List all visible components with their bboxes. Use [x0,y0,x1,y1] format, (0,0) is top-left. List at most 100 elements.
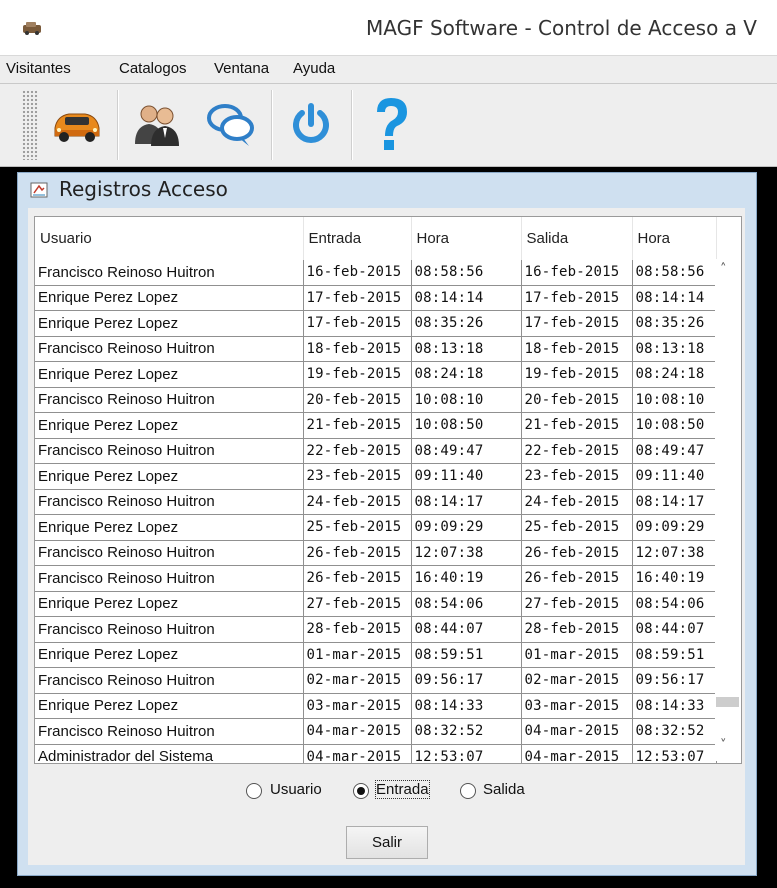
table-cell: 16-feb-2015 [521,260,633,286]
table-cell: Enrique Perez Lopez [35,285,304,311]
table-cell: 02-mar-2015 [521,667,633,694]
table-cell: 16:40:19 [411,565,522,592]
radio-label-salida: Salida [483,781,525,798]
table-row[interactable]: Enrique Perez Lopez 25-feb-2015 09:09:29 25… [35,514,717,541]
table-row[interactable]: Enrique Perez Lopez 19-feb-2015 08:24:18 19… [35,361,717,388]
table-cell: 21-feb-2015 [521,412,633,439]
radio-circle[interactable] [460,783,476,799]
table-cell: 26-feb-2015 [521,565,633,592]
table-cell: 26-feb-2015 [303,540,412,566]
messages-button[interactable] [198,88,264,160]
car-icon [54,113,100,142]
table-cell: 21-feb-2015 [303,412,412,439]
table-cell: 20-feb-2015 [303,387,412,413]
table-cell: Enrique Perez Lopez [35,693,304,719]
table-cell: 08:49:47 [411,438,522,464]
table-cell: 26-feb-2015 [521,540,633,566]
table-row[interactable]: Enrique Perez Lopez 17-feb-2015 08:35:26 17… [35,310,717,337]
radio-label-entrada: Entrada [375,780,430,799]
table-row[interactable]: Enrique Perez Lopez 03-mar-2015 08:14:33 03… [35,693,717,719]
table-cell: Enrique Perez Lopez [35,361,304,388]
column-header-hora-entrada[interactable]: Hora [411,217,522,260]
menu-ventana[interactable]: Ventana [214,60,269,77]
table-cell: 28-feb-2015 [521,616,633,643]
table-cell: 02-mar-2015 [303,667,412,694]
power-icon [293,103,329,143]
vertical-scrollbar[interactable] [715,259,739,761]
menu-ayuda[interactable]: Ayuda [293,60,335,77]
menu-visitantes[interactable]: Visitantes [6,60,71,77]
scrollbar-thumb[interactable] [716,697,739,707]
table-row[interactable]: Enrique Perez Lopez 21-feb-2015 10:08:50 21… [35,412,717,439]
table-row[interactable]: Francisco Reinoso Huitron 02-mar-2015 09:5… [35,667,717,694]
table-header-row: Usuario Entrada Hora Salida Hora [35,217,717,260]
table-cell: 27-feb-2015 [521,591,633,617]
toolbar-grip[interactable] [22,90,38,160]
exit-button[interactable] [278,88,344,160]
table-cell: Francisco Reinoso Huitron [35,387,304,413]
table-cell: 23-feb-2015 [303,463,412,490]
frame-title-bar[interactable]: Registros Acceso [17,172,755,208]
chat-bubbles-icon [207,104,254,146]
toolbar-separator [351,90,353,160]
toolbar-separator [271,90,273,160]
radio-circle[interactable] [246,783,262,799]
records-table[interactable]: Usuario Entrada Hora Salida Hora Francis… [34,216,742,764]
table-cell: 08:54:06 [411,591,522,617]
table-row[interactable]: Francisco Reinoso Huitron 16-feb-2015 08:5… [35,260,717,286]
table-row[interactable]: Enrique Perez Lopez 01-mar-2015 08:59:51 01… [35,642,717,668]
table-cell: Francisco Reinoso Huitron [35,540,304,566]
table-cell: 09:09:29 [632,514,717,541]
chevron-down-icon[interactable]: ˅ [720,738,727,753]
table-cell: 08:54:06 [632,591,717,617]
table-cell: 17-feb-2015 [303,285,412,311]
table-cell: Francisco Reinoso Huitron [35,489,304,515]
table-cell: 01-mar-2015 [303,642,412,668]
table-row[interactable]: Enrique Perez Lopez 17-feb-2015 08:14:14 17… [35,285,717,311]
table-cell: 23-feb-2015 [521,463,633,490]
table-row[interactable]: Francisco Reinoso Huitron 20-feb-2015 10:0… [35,387,717,413]
table-cell: 03-mar-2015 [303,693,412,719]
column-header-entrada[interactable]: Entrada [303,217,412,260]
menu-bar: Visitantes Catalogos Ventana Ayuda [0,56,777,84]
menu-catalogos[interactable]: Catalogos [119,60,187,77]
table-row[interactable]: Francisco Reinoso Huitron 22-feb-2015 08:4… [35,438,717,464]
table-cell: 24-feb-2015 [303,489,412,515]
table-row[interactable]: Enrique Perez Lopez 23-feb-2015 09:11:40 23… [35,463,717,490]
table-cell: 16:40:19 [632,565,717,592]
table-row[interactable]: Francisco Reinoso Huitron 04-mar-2015 08:3… [35,718,717,745]
table-cell: Enrique Perez Lopez [35,514,304,541]
table-cell: 09:11:40 [411,463,522,490]
column-header-usuario[interactable]: Usuario [35,217,304,260]
table-cell: 08:32:52 [411,718,522,745]
table-row[interactable]: Francisco Reinoso Huitron 24-feb-2015 08:1… [35,489,717,515]
column-header-salida[interactable]: Salida [521,217,633,260]
table-cell: 08:44:07 [411,616,522,643]
help-button[interactable] [358,88,424,160]
table-row[interactable]: Francisco Reinoso Huitron 26-feb-2015 12:0… [35,540,717,566]
chevron-up-icon[interactable]: ˄ [720,262,727,277]
table-row[interactable]: Francisco Reinoso Huitron 18-feb-2015 08:1… [35,336,717,362]
table-row[interactable]: Francisco Reinoso Huitron 28-feb-2015 08:4… [35,616,717,643]
table-cell: 12:07:38 [632,540,717,566]
table-cell: 25-feb-2015 [521,514,633,541]
table-cell: 08:13:18 [632,336,717,362]
toolbar-separator [117,90,119,160]
column-header-hora-salida[interactable]: Hora [632,217,717,260]
table-row[interactable]: Enrique Perez Lopez 27-feb-2015 08:54:06 27… [35,591,717,617]
table-cell: 17-feb-2015 [521,285,633,311]
visitors-car-button[interactable] [44,88,110,160]
table-cell: 25-feb-2015 [303,514,412,541]
table-row[interactable]: Administrador del Sistema 04-mar-2015 12:5… [35,744,717,763]
table-cell: Francisco Reinoso Huitron [35,260,304,286]
salir-button[interactable]: Salir [346,826,428,859]
table-cell: 08:32:52 [632,718,717,745]
table-row[interactable]: Francisco Reinoso Huitron 26-feb-2015 16:4… [35,565,717,592]
table-cell: 27-feb-2015 [303,591,412,617]
users-button[interactable] [124,88,190,160]
table-cell: 28-feb-2015 [303,616,412,643]
radio-circle-selected[interactable] [353,783,369,799]
table-cell: 16-feb-2015 [303,260,412,286]
table-cell: 03-mar-2015 [521,693,633,719]
radio-label-usuario: Usuario [270,781,322,798]
